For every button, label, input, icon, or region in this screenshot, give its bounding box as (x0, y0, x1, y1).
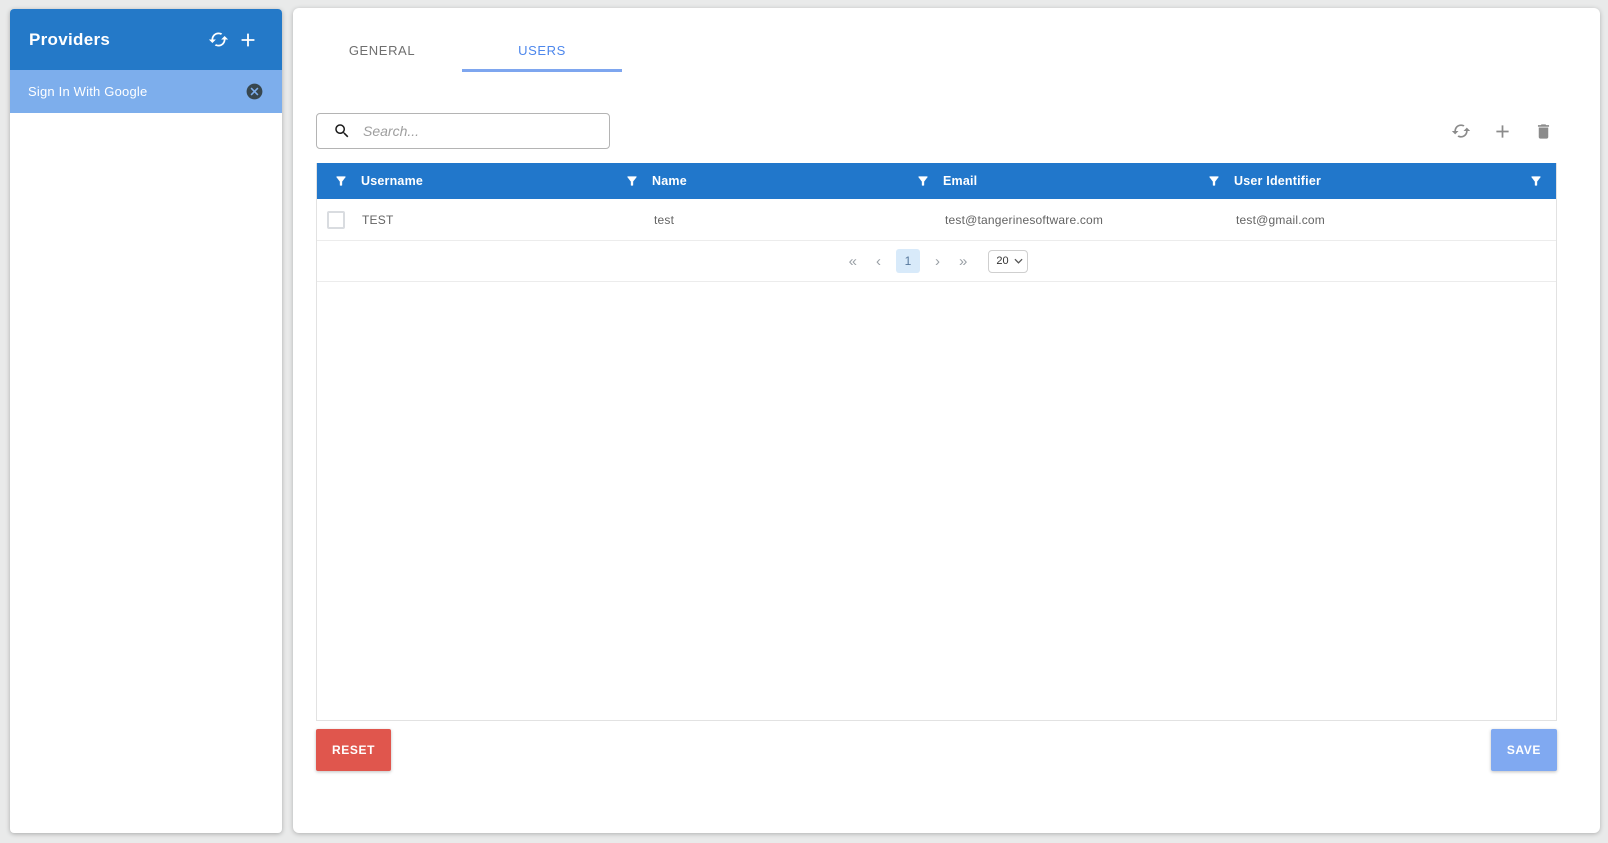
plus-icon (1492, 121, 1513, 142)
users-toolbar (316, 113, 1557, 149)
cell-user-identifier: test@gmail.com (1190, 213, 1556, 227)
delete-user-button[interactable] (1530, 118, 1557, 145)
column-header-username: Username (317, 163, 608, 199)
column-label: User Identifier (1234, 174, 1321, 188)
close-circle-icon (245, 82, 264, 101)
cell-value: TEST (362, 213, 393, 227)
cell-username: TEST (317, 211, 608, 229)
filter-icon (1512, 174, 1543, 188)
page-size-select[interactable]: 20 (988, 250, 1028, 273)
filter-button[interactable] (608, 174, 639, 188)
add-provider-button[interactable] (233, 25, 263, 55)
users-table: Username Name Email User Identifier (316, 163, 1557, 721)
refresh-users-button[interactable] (1447, 117, 1475, 145)
filter-button[interactable] (899, 174, 930, 188)
tab-bar: GENERAL USERS (302, 8, 1600, 72)
filter-icon (899, 174, 930, 188)
filter-button[interactable] (1190, 174, 1221, 188)
sidebar-header: Providers (10, 9, 282, 70)
tab-users[interactable]: USERS (462, 8, 622, 72)
filter-icon (1190, 174, 1221, 188)
pagination: « ‹ 1 › » 20 (317, 241, 1556, 282)
refresh-icon (208, 29, 229, 50)
table-header: Username Name Email User Identifier (317, 163, 1556, 199)
footer-actions: RESET SAVE (316, 729, 1557, 771)
filter-button[interactable] (1512, 174, 1543, 188)
last-page-button[interactable]: » (955, 252, 971, 271)
tab-general[interactable]: GENERAL (302, 8, 462, 72)
providers-sidebar: Providers Sign In With Google (10, 9, 282, 833)
provider-detail-panel: GENERAL USERS (293, 8, 1600, 833)
column-label: Username (361, 174, 423, 188)
add-user-button[interactable] (1488, 117, 1517, 146)
column-header-name: Name (608, 163, 899, 199)
provider-item-google[interactable]: Sign In With Google (10, 70, 282, 113)
table-row[interactable]: TEST test test@tangerinesoftware.com tes… (317, 199, 1556, 241)
provider-item-label: Sign In With Google (28, 84, 241, 99)
refresh-icon (1451, 121, 1471, 141)
sidebar-title: Providers (29, 30, 204, 50)
filter-icon (317, 174, 348, 188)
next-page-button[interactable]: › (931, 252, 944, 271)
refresh-providers-button[interactable] (204, 25, 233, 54)
column-label: Email (943, 174, 977, 188)
cell-email: test@tangerinesoftware.com (899, 213, 1190, 227)
plus-icon (237, 29, 259, 51)
filter-icon (608, 174, 639, 188)
remove-provider-button[interactable] (241, 78, 268, 105)
search-icon (333, 122, 351, 140)
reset-button[interactable]: RESET (316, 729, 391, 771)
cell-name: test (608, 213, 899, 227)
save-button[interactable]: SAVE (1491, 729, 1557, 771)
search-box[interactable] (316, 113, 610, 149)
filter-button[interactable] (317, 174, 348, 188)
search-input[interactable] (363, 123, 599, 139)
table-actions (1447, 117, 1557, 146)
column-header-user-identifier: User Identifier (1190, 163, 1556, 199)
column-header-email: Email (899, 163, 1190, 199)
first-page-button[interactable]: « (845, 252, 861, 271)
row-checkbox[interactable] (327, 211, 345, 229)
trash-icon (1534, 122, 1553, 141)
table-empty-area (317, 282, 1556, 720)
column-label: Name (652, 174, 687, 188)
previous-page-button[interactable]: ‹ (872, 252, 885, 271)
page-size-select-wrap: 20 (988, 250, 1028, 273)
current-page-badge[interactable]: 1 (896, 249, 920, 273)
